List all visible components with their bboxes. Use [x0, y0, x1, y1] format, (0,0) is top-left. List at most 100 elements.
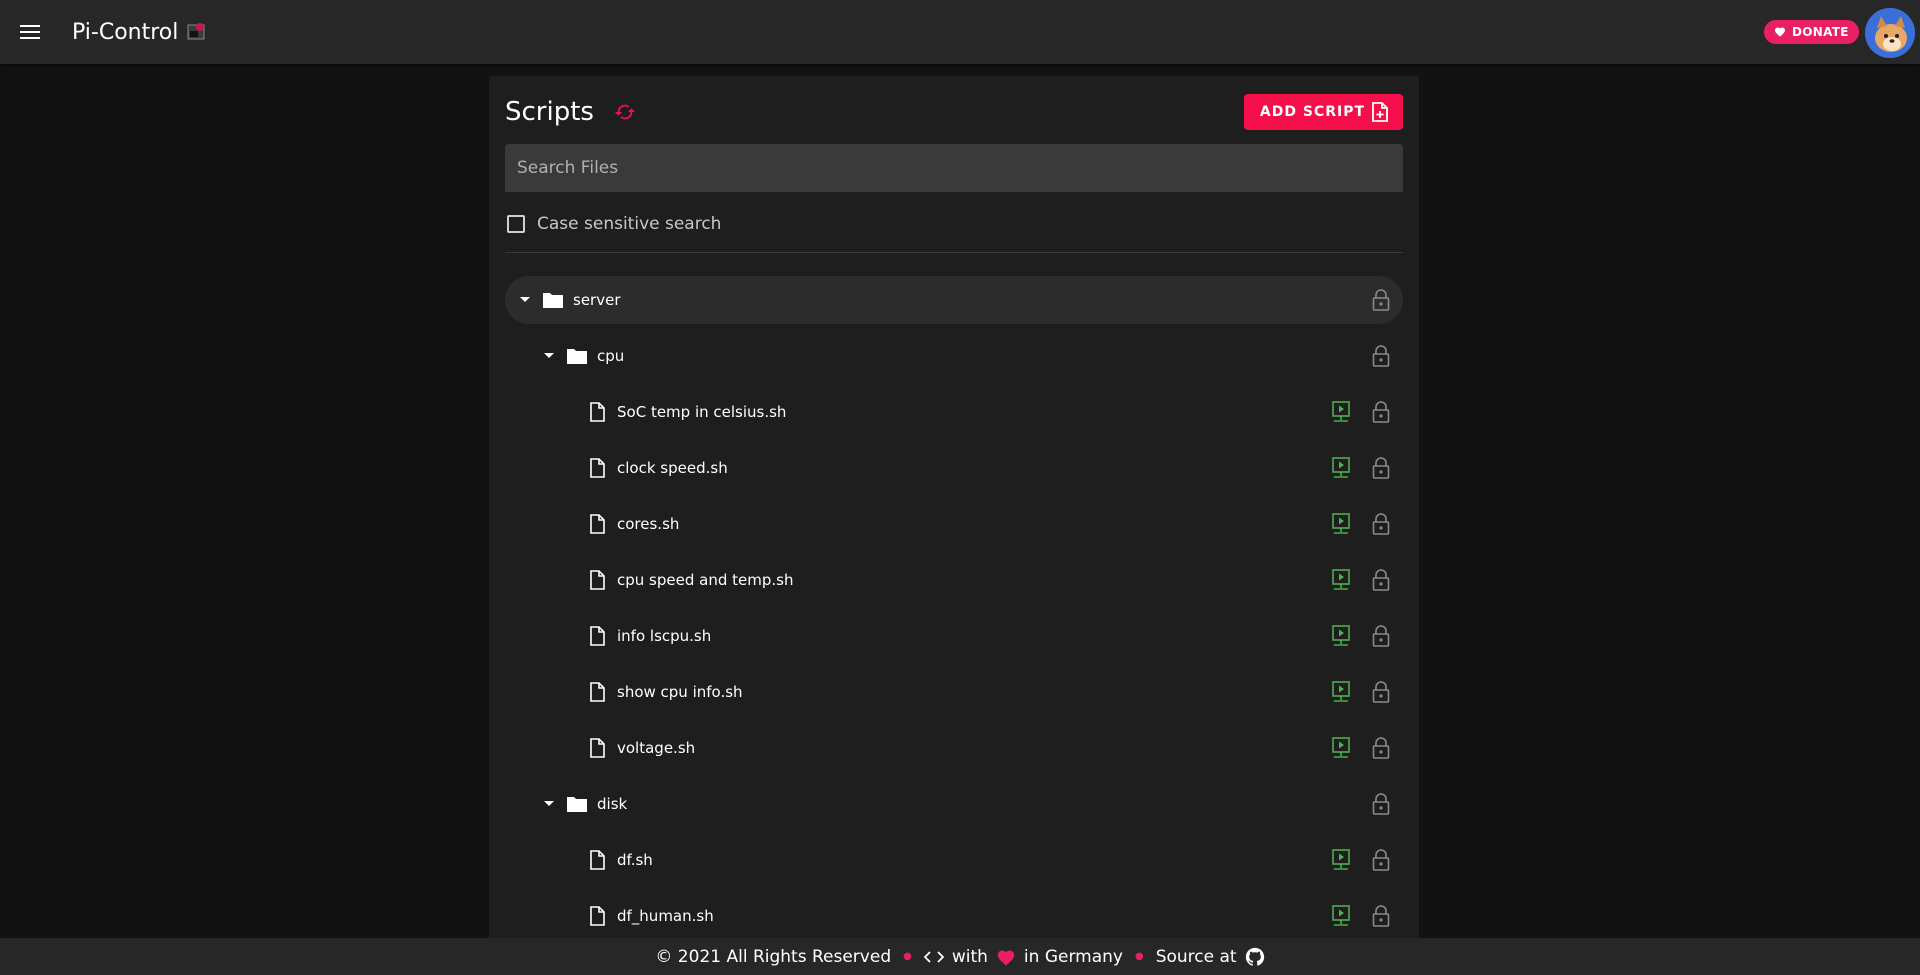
lock-icon[interactable]: [1369, 344, 1393, 368]
refresh-icon[interactable]: [614, 101, 636, 123]
caret-down-icon[interactable]: [537, 792, 561, 816]
code-icon: [923, 950, 944, 963]
lock-icon[interactable]: [1369, 512, 1393, 536]
lock-icon[interactable]: [1369, 400, 1393, 424]
case-sensitive-checkbox[interactable]: [507, 215, 525, 233]
lock-icon[interactable]: [1369, 792, 1393, 816]
card-header: Scripts ADD SCRIPT: [505, 92, 1403, 132]
file-icon: [585, 456, 609, 480]
tree-folder-disk[interactable]: disk: [505, 780, 1403, 828]
with-text: with: [951, 946, 988, 967]
file-icon: [585, 680, 609, 704]
folder-label: server: [573, 291, 621, 309]
file-icon: [585, 568, 609, 592]
separator-dot: ●: [903, 951, 912, 962]
run-script-icon[interactable]: [1329, 512, 1353, 536]
row-actions: [1329, 624, 1393, 648]
lock-icon[interactable]: [1369, 456, 1393, 480]
row-actions: [1329, 512, 1393, 536]
file-label: cores.sh: [617, 515, 680, 533]
tree-file-row[interactable]: show cpu info.sh: [505, 668, 1403, 716]
caret-down-icon[interactable]: [537, 344, 561, 368]
hamburger-menu-icon: [20, 25, 40, 39]
caret-down-icon[interactable]: [513, 288, 537, 312]
run-script-icon[interactable]: [1329, 568, 1353, 592]
separator-dot: ●: [1134, 951, 1144, 962]
divider: [505, 252, 1403, 253]
file-label: SoC temp in celsius.sh: [617, 403, 787, 421]
avatar[interactable]: [1865, 8, 1915, 58]
lock-icon[interactable]: [1369, 624, 1393, 648]
tree-file-row[interactable]: df.sh: [505, 836, 1403, 884]
row-actions: [1329, 456, 1393, 480]
location-text: in Germany: [1023, 946, 1123, 967]
tree-folder-cpu[interactable]: cpu: [505, 332, 1403, 380]
file-label: df_human.sh: [617, 907, 714, 925]
tree-file-row[interactable]: cpu speed and temp.sh: [505, 556, 1403, 604]
lock-icon[interactable]: [1369, 736, 1393, 760]
scrollbar[interactable]: [1907, 64, 1920, 938]
add-script-label: ADD SCRIPT: [1259, 104, 1365, 120]
row-actions: [1329, 568, 1393, 592]
file-label: df.sh: [617, 851, 653, 869]
file-label: voltage.sh: [617, 739, 696, 757]
app-bar: Pi-Control DONATE: [0, 0, 1920, 64]
run-script-icon[interactable]: [1329, 904, 1353, 928]
lock-icon[interactable]: [1369, 568, 1393, 592]
tree-folder-server[interactable]: server: [505, 276, 1403, 324]
row-actions: [1369, 288, 1393, 312]
folder-icon: [541, 288, 565, 312]
folder-label: cpu: [597, 347, 625, 365]
donate-label: DONATE: [1792, 25, 1849, 39]
tree-file-row[interactable]: df_human.sh: [505, 892, 1403, 938]
run-script-icon[interactable]: [1329, 848, 1353, 872]
row-actions: [1329, 736, 1393, 760]
heart-icon: [1775, 27, 1785, 37]
tree-file-row[interactable]: info lscpu.sh: [505, 612, 1403, 660]
run-script-icon[interactable]: [1329, 736, 1353, 760]
file-label: show cpu info.sh: [617, 683, 743, 701]
tree-file-row[interactable]: voltage.sh: [505, 724, 1403, 772]
row-actions: [1329, 680, 1393, 704]
file-icon: [585, 400, 609, 424]
lock-icon[interactable]: [1369, 848, 1393, 872]
dog-avatar-icon: [1865, 8, 1915, 58]
run-script-icon[interactable]: [1329, 680, 1353, 704]
tree-file-row[interactable]: clock speed.sh: [505, 444, 1403, 492]
file-add-icon: [1372, 102, 1388, 122]
folder-icon: [565, 792, 589, 816]
lock-icon[interactable]: [1369, 288, 1393, 312]
folder-icon: [565, 344, 589, 368]
file-icon: [585, 624, 609, 648]
file-icon: [585, 736, 609, 760]
folder-label: disk: [597, 795, 628, 813]
file-icon: [585, 512, 609, 536]
run-script-icon[interactable]: [1329, 624, 1353, 648]
github-icon[interactable]: [1245, 947, 1265, 967]
menu-button[interactable]: [6, 8, 54, 56]
row-actions: [1329, 400, 1393, 424]
page-title: Scripts: [505, 97, 594, 127]
run-script-icon[interactable]: [1329, 456, 1353, 480]
file-icon: [585, 904, 609, 928]
donate-button[interactable]: DONATE: [1764, 20, 1859, 44]
case-sensitive-label: Case sensitive search: [537, 214, 722, 234]
lock-icon[interactable]: [1369, 680, 1393, 704]
run-script-icon[interactable]: [1329, 400, 1353, 424]
app-title[interactable]: Pi-Control: [72, 20, 208, 45]
lock-icon[interactable]: [1369, 904, 1393, 928]
row-actions: [1369, 792, 1393, 816]
footer: © 2021 All Rights Reserved ● with in Ger…: [0, 938, 1920, 975]
tree-file-row[interactable]: cores.sh: [505, 500, 1403, 548]
file-label: info lscpu.sh: [617, 627, 712, 645]
source-text: Source at: [1155, 946, 1237, 967]
file-icon: [585, 848, 609, 872]
row-actions: [1369, 344, 1393, 368]
search-input[interactable]: [505, 144, 1403, 192]
add-script-button[interactable]: ADD SCRIPT: [1243, 94, 1403, 130]
tree-file-row[interactable]: SoC temp in celsius.sh: [505, 388, 1403, 436]
heart-icon: [997, 949, 1015, 965]
case-sensitive-toggle[interactable]: Case sensitive search: [507, 212, 721, 236]
file-label: cpu speed and temp.sh: [617, 571, 794, 589]
raspberry-logo-icon: [187, 23, 205, 40]
